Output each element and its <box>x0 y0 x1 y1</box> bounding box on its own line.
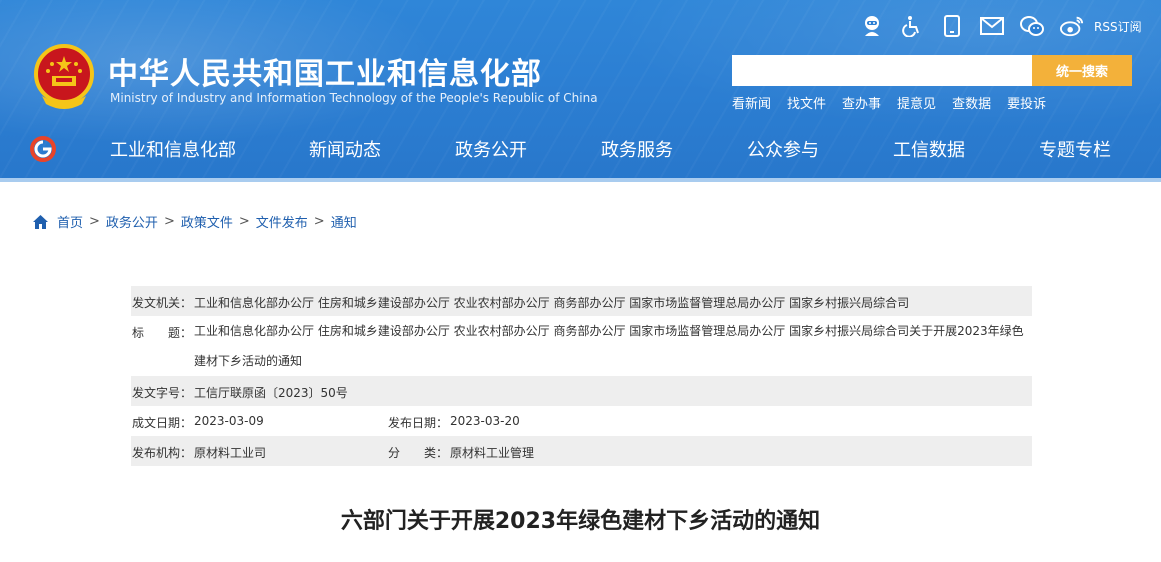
quick-link-services[interactable]: 查办事 <box>842 93 881 112</box>
breadcrumb-public-affairs[interactable]: 政务公开 <box>106 212 158 231</box>
title-label: 标 题： <box>132 326 193 340</box>
wechat-icon[interactable] <box>1020 14 1044 38</box>
publish-date-label: 发布日期： <box>388 416 449 430</box>
meta-row-dates: 成文日期： 2023-03-09 发布日期： 2023-03-20 <box>131 406 1032 436</box>
category-value: 原材料工业管理 <box>450 446 535 460</box>
site-subtitle: Ministry of Industry and Information Tec… <box>110 91 598 105</box>
written-date-label: 成文日期： <box>132 416 193 430</box>
search-button[interactable]: 统一搜索 <box>1032 55 1132 86</box>
tool-icons-bar: RSS订阅 <box>860 12 1142 40</box>
breadcrumb-separator: > <box>163 214 175 229</box>
meta-row-doc-no: 发文字号： 工信厅联原函〔2023〕50号 <box>131 376 1032 406</box>
nav-item-miit[interactable]: 工业和信息化部 <box>110 136 236 162</box>
issuer-value: 工业和信息化部办公厅 住房和城乡建设部办公厅 农业农村部办公厅 商务部办公厅 国… <box>194 296 910 310</box>
mobile-icon[interactable] <box>940 14 964 38</box>
meta-row-title: 标 题： 工业和信息化部办公厅 住房和城乡建设部办公厅 农业农村部办公厅 商务部… <box>131 316 1032 376</box>
breadcrumb-separator: > <box>89 214 100 229</box>
home-icon[interactable] <box>32 214 49 230</box>
ai-assistant-icon[interactable] <box>860 14 884 38</box>
nav-item-participation[interactable]: 公众参与 <box>747 136 819 162</box>
nav-item-data[interactable]: 工信数据 <box>893 136 965 162</box>
nav-item-services[interactable]: 政务服务 <box>601 136 673 162</box>
article-title: 六部门关于开展2023年绿色建材下乡活动的通知 <box>340 509 821 534</box>
quick-link-news[interactable]: 看新闻 <box>732 93 771 112</box>
header-divider <box>0 178 1161 182</box>
quick-link-data[interactable]: 查数据 <box>952 93 991 112</box>
category-label: 分 类： <box>388 446 449 460</box>
breadcrumb-policy-files[interactable]: 政策文件 <box>181 212 233 231</box>
rss-link[interactable]: RSS订阅 <box>1094 18 1142 35</box>
written-date-value: 2023-03-09 <box>194 414 264 428</box>
issuer-label: 发文机关： <box>132 296 193 310</box>
mail-icon[interactable] <box>980 14 1004 38</box>
national-emblem-icon[interactable] <box>32 44 96 110</box>
title-value: 工业和信息化部办公厅 住房和城乡建设部办公厅 农业农村部办公厅 商务部办公厅 国… <box>194 324 1024 368</box>
nav-item-topics[interactable]: 专题专栏 <box>1039 136 1111 162</box>
nav-item-public-affairs[interactable]: 政务公开 <box>455 136 527 162</box>
breadcrumb-home[interactable]: 首页 <box>57 212 83 231</box>
publisher-value: 原材料工业司 <box>194 446 267 460</box>
quick-links: 看新闻 找文件 查办事 提意见 查数据 要投诉 <box>732 93 1062 112</box>
site-title[interactable]: 中华人民共和国工业和信息化部 <box>108 49 542 93</box>
document-metadata: 发文机关： 工业和信息化部办公厅 住房和城乡建设部办公厅 农业农村部办公厅 商务… <box>131 286 1032 466</box>
publisher-label: 发布机构： <box>132 446 193 460</box>
accessibility-icon[interactable] <box>900 14 924 38</box>
site-header: 中华人民共和国工业和信息化部 Ministry of Industry and … <box>0 0 1161 182</box>
quick-link-complaint[interactable]: 要投诉 <box>1007 93 1046 112</box>
search-input[interactable] <box>732 55 1032 86</box>
quick-link-files[interactable]: 找文件 <box>787 93 826 112</box>
doc-no-value: 工信厅联原函〔2023〕50号 <box>194 386 348 400</box>
quick-link-feedback[interactable]: 提意见 <box>897 93 936 112</box>
main-nav: 工业和信息化部 新闻动态 政务公开 政务服务 公众参与 工信数据 专题专栏 <box>0 128 1161 168</box>
breadcrumb-separator: > <box>313 214 325 229</box>
meta-row-issuer: 发文机关： 工业和信息化部办公厅 住房和城乡建设部办公厅 农业农村部办公厅 商务… <box>131 286 1032 316</box>
publish-date-value: 2023-03-20 <box>450 414 520 428</box>
breadcrumb-file-release[interactable]: 文件发布 <box>256 212 308 231</box>
weibo-icon[interactable] <box>1060 14 1084 38</box>
doc-no-label: 发文字号： <box>132 386 193 400</box>
meta-row-publisher: 发布机构： 原材料工业司 分 类： 原材料工业管理 <box>131 436 1032 466</box>
breadcrumb: 首页 > 政务公开 > 政策文件 > 文件发布 > 通知 <box>32 212 357 231</box>
nav-item-news[interactable]: 新闻动态 <box>309 136 381 162</box>
breadcrumb-separator: > <box>238 214 250 229</box>
breadcrumb-notice[interactable]: 通知 <box>331 212 357 231</box>
